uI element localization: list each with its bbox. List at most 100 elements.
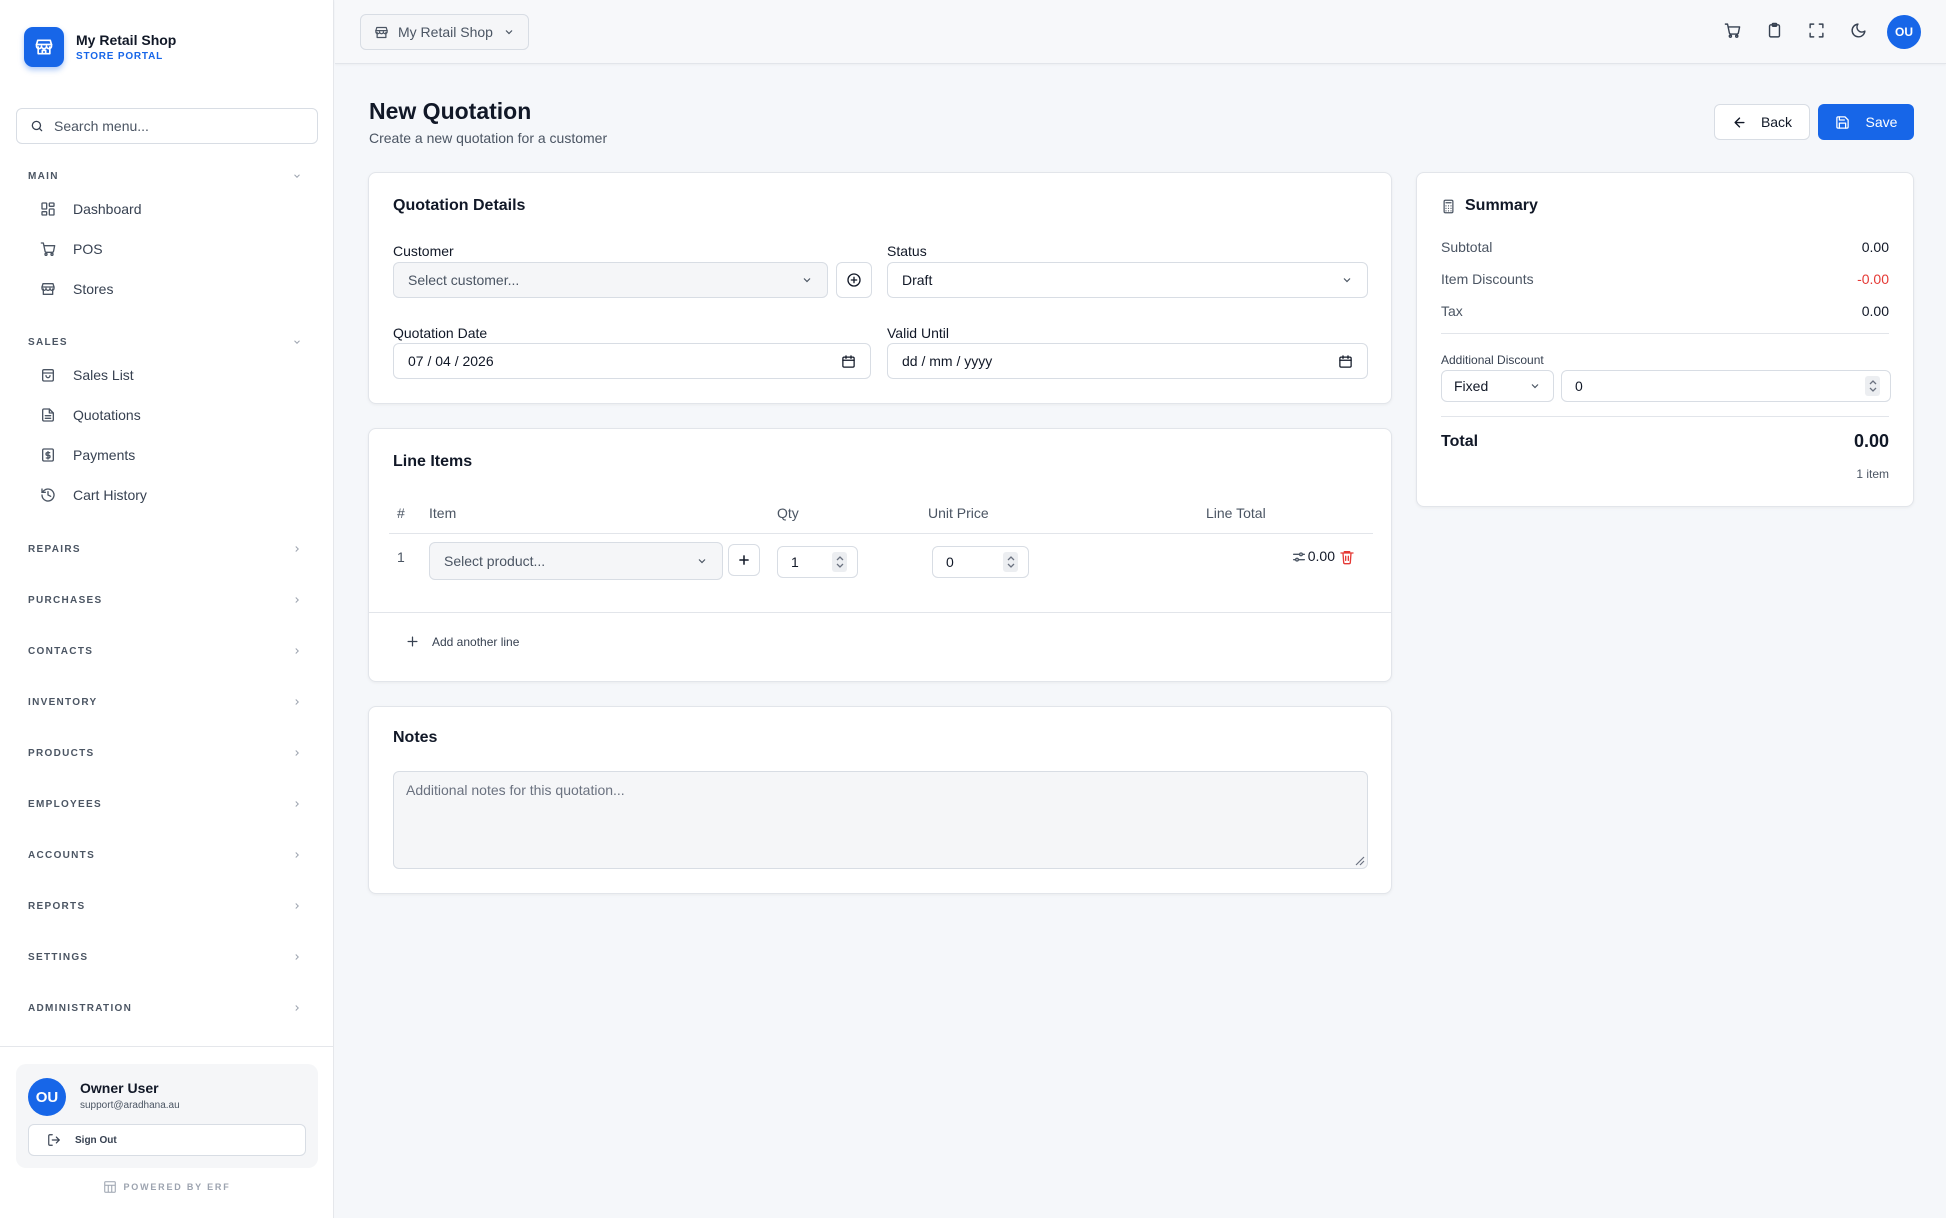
summary-tax: Tax 0.00 bbox=[1441, 303, 1889, 319]
resize-handle-icon[interactable] bbox=[1353, 854, 1365, 866]
add-product-button[interactable] bbox=[728, 544, 760, 576]
total-value: 0.00 bbox=[1853, 431, 1889, 451]
save-button[interactable]: Save bbox=[1818, 104, 1914, 140]
nav-group-administration[interactable]: ADMINISTRATION bbox=[28, 1000, 302, 1016]
nav-group-main[interactable]: MAIN bbox=[28, 168, 302, 184]
plus-icon bbox=[737, 553, 751, 567]
chevron-right-icon bbox=[292, 952, 302, 962]
summary-header: Summary bbox=[1441, 197, 1538, 215]
quotation-date-field[interactable]: 07 / 04 / 2026 bbox=[393, 343, 871, 379]
divider bbox=[0, 1046, 334, 1047]
calendar-icon[interactable] bbox=[1338, 354, 1353, 369]
chevron-right-icon bbox=[292, 748, 302, 758]
sidebar-item-pos[interactable]: POS bbox=[40, 238, 103, 260]
spinner-icon[interactable] bbox=[1003, 552, 1018, 572]
nav-group-sales[interactable]: SALES bbox=[28, 334, 302, 350]
page-title: New Quotation bbox=[369, 98, 532, 124]
topbar: My Retail Shop OU bbox=[335, 0, 1946, 64]
back-button[interactable]: Back bbox=[1714, 104, 1810, 140]
divider bbox=[369, 612, 1391, 613]
calculator-icon bbox=[1441, 199, 1456, 214]
notes-textarea[interactable]: Additional notes for this quotation... bbox=[393, 771, 1368, 869]
nav-group-inventory[interactable]: INVENTORY bbox=[28, 694, 302, 710]
col-header-num: # bbox=[397, 505, 405, 521]
save-label: Save bbox=[1865, 114, 1898, 130]
add-line-button[interactable]: Add another line bbox=[405, 634, 519, 649]
chevron-down-icon bbox=[801, 274, 813, 286]
back-label: Back bbox=[1760, 114, 1793, 130]
page-subtitle: Create a new quotation for a customer bbox=[369, 130, 608, 146]
notes-placeholder: Additional notes for this quotation... bbox=[406, 782, 625, 798]
product-select[interactable]: Select product... bbox=[429, 542, 723, 580]
summary-item-discounts: Item Discounts -0.00 bbox=[1441, 271, 1889, 287]
trash-icon[interactable] bbox=[1339, 549, 1355, 565]
chevron-down-icon bbox=[503, 26, 515, 38]
sidebar-item-label: Dashboard bbox=[73, 201, 142, 217]
tax-value: 0.00 bbox=[1861, 303, 1889, 319]
valid-until-field[interactable]: dd / mm / yyyy bbox=[887, 343, 1368, 379]
store-select[interactable]: My Retail Shop bbox=[360, 14, 529, 50]
sign-out-button[interactable]: Sign Out bbox=[28, 1124, 306, 1156]
discount-type-value: Fixed bbox=[1454, 378, 1489, 394]
nav-group-label: REPORTS bbox=[28, 900, 86, 912]
spinner-icon[interactable] bbox=[832, 552, 847, 572]
discount-type-select[interactable]: Fixed bbox=[1441, 370, 1554, 402]
nav-group-reports[interactable]: REPORTS bbox=[28, 898, 302, 914]
user-name: Owner User bbox=[80, 1080, 159, 1096]
chevron-down-icon bbox=[696, 555, 708, 567]
valid-until-label: Valid Until bbox=[887, 325, 949, 341]
grid-icon bbox=[40, 201, 56, 217]
moon-icon[interactable] bbox=[1850, 22, 1867, 39]
nav-group-label: PURCHASES bbox=[28, 594, 103, 606]
sidebar-item-payments[interactable]: Payments bbox=[40, 444, 135, 466]
additional-discount-label: Additional Discount bbox=[1441, 353, 1544, 367]
sidebar-item-cart-history[interactable]: Cart History bbox=[40, 484, 147, 506]
brand[interactable]: My Retail Shop STORE PORTAL bbox=[24, 27, 176, 67]
adjustments-icon[interactable] bbox=[1291, 549, 1307, 565]
sidebar-item-dashboard[interactable]: Dashboard bbox=[40, 198, 142, 220]
unit-price-field[interactable]: 0 bbox=[932, 546, 1029, 578]
card-title: Quotation Details bbox=[393, 197, 526, 214]
nav-group-contacts[interactable]: CONTACTS bbox=[28, 643, 302, 659]
nav-group-label: ACCOUNTS bbox=[28, 849, 96, 861]
item-discounts-label: Item Discounts bbox=[1441, 271, 1534, 287]
sidebar-item-stores[interactable]: Stores bbox=[40, 278, 113, 300]
nav-group-products[interactable]: PRODUCTS bbox=[28, 745, 302, 761]
sidebar-item-label: Sales List bbox=[73, 367, 134, 383]
divider bbox=[1441, 416, 1889, 417]
status-label: Status bbox=[887, 243, 927, 259]
cart-icon[interactable] bbox=[1724, 22, 1741, 39]
avatar[interactable]: OU bbox=[28, 1078, 66, 1116]
fullscreen-icon[interactable] bbox=[1808, 22, 1825, 39]
chevron-right-icon bbox=[292, 901, 302, 911]
nav-group-repairs[interactable]: REPAIRS bbox=[28, 541, 302, 557]
calendar-icon[interactable] bbox=[841, 354, 856, 369]
customer-select[interactable]: Select customer... bbox=[393, 262, 828, 298]
chevron-right-icon bbox=[292, 1003, 302, 1013]
nav-group-label: ADMINISTRATION bbox=[28, 1002, 133, 1014]
nav-group-accounts[interactable]: ACCOUNTS bbox=[28, 847, 302, 863]
user-card: OU Owner User support@aradhana.au Sign O… bbox=[16, 1064, 318, 1168]
line-total: 0.00 bbox=[1307, 548, 1335, 564]
nav-group-employees[interactable]: EMPLOYEES bbox=[28, 796, 302, 812]
status-select[interactable]: Draft bbox=[887, 262, 1368, 298]
qty-stepper[interactable]: 1 bbox=[777, 546, 858, 578]
add-customer-button[interactable] bbox=[836, 262, 872, 298]
nav-group-purchases[interactable]: PURCHASES bbox=[28, 592, 302, 608]
discount-value-field[interactable]: 0 bbox=[1561, 370, 1891, 402]
discount-value: 0 bbox=[1575, 378, 1583, 394]
sign-out-label: Sign Out bbox=[75, 1134, 117, 1146]
brand-subtitle: STORE PORTAL bbox=[76, 50, 164, 62]
sidebar-item-sales-list[interactable]: Sales List bbox=[40, 364, 134, 386]
spinner-icon[interactable] bbox=[1865, 376, 1880, 396]
sidebar-item-quotations[interactable]: Quotations bbox=[40, 404, 141, 426]
search-input[interactable]: Search menu... bbox=[16, 108, 318, 144]
sidebar: My Retail Shop STORE PORTAL Search menu.… bbox=[0, 0, 334, 1218]
clipboard-icon[interactable] bbox=[1766, 22, 1783, 39]
powered-by-text: POWERED BY ERF bbox=[123, 1182, 231, 1192]
avatar[interactable]: OU bbox=[1887, 15, 1921, 49]
quotation-date-label: Quotation Date bbox=[393, 325, 488, 341]
sidebar-item-label: Stores bbox=[73, 281, 114, 297]
quotation-date-value: 07 / 04 / 2026 bbox=[408, 353, 494, 369]
nav-group-settings[interactable]: SETTINGS bbox=[28, 949, 302, 965]
